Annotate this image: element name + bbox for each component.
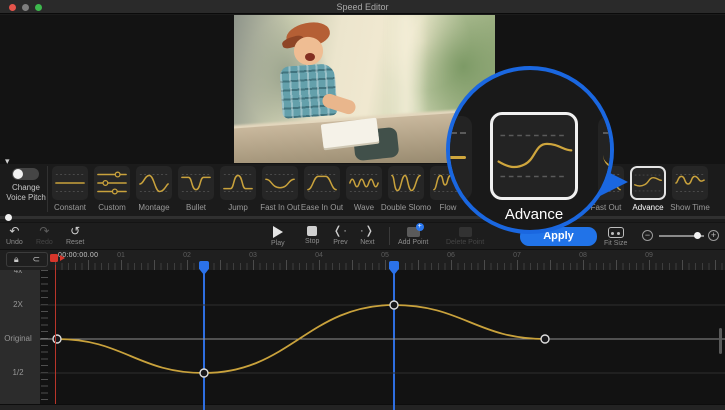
ruler-label: 05 [381,252,389,259]
ruler-label: 08 [579,252,587,259]
speed-axis-label: 1/2 [0,368,36,377]
voice-pitch-toggle[interactable] [12,168,39,180]
preset-thumbnail [304,166,340,200]
toggle-knob [13,169,23,179]
preset-thumbnail [388,166,424,200]
zoom-out-button[interactable]: − [642,230,653,241]
ruler-label: 09 [645,252,653,259]
child-shirt [279,63,337,119]
magnifier-circle: Advance [446,66,614,234]
ruler-label: 04 [315,252,323,259]
add-point-button[interactable]: +Add Point [398,225,428,246]
snap-icon[interactable]: ⊂ [33,255,41,264]
delete-point-icon [459,227,472,237]
preset-thumbnail [52,166,88,200]
add-point-icon: + [407,227,420,237]
curve-point[interactable] [390,301,398,309]
next-point-button[interactable]: ·❭Next [360,225,375,246]
divider [389,227,390,245]
prev-point-button[interactable]: ❬·Prev [333,225,348,246]
title-bar: Speed Editor [0,0,725,14]
play-button[interactable]: Play [271,225,285,247]
ruler-label: 03 [249,252,257,259]
zoom-in-button[interactable]: + [708,230,719,241]
magnified-neighbor-left [446,116,472,200]
preset-scrollbar[interactable] [0,216,725,219]
redo-button[interactable]: ↷Redo [36,225,53,246]
vertical-scrollbar-handle[interactable] [719,328,722,354]
preset-thumbnail [220,166,256,200]
playhead-handle[interactable] [50,254,58,262]
reset-button[interactable]: ↺Reset [66,225,84,246]
undo-button[interactable]: ↶Undo [6,225,23,246]
curve-point[interactable] [541,335,549,343]
ruler-label: 01 [117,252,125,259]
bottom-scrollbar[interactable] [0,404,725,410]
ruler-label: 02 [183,252,191,259]
stop-icon [307,226,317,236]
fit-size-icon [608,227,624,238]
zoom-slider-handle[interactable] [694,232,701,239]
speed-curve-svg [40,270,725,404]
stop-button[interactable]: Stop [305,225,319,245]
playhead-arrow-icon [60,255,65,261]
timeline-graph-section: 🔒︎ ⊂ 00:00:00.00 010203040506070809 4x2X… [0,250,725,410]
curve-point[interactable] [200,369,208,377]
preset-thumbnail [630,166,666,200]
preset-thumbnail [346,166,382,200]
magnifier-label: Advance [450,206,614,223]
voice-pitch-label: Change Voice Pitch [0,183,52,203]
lock-icon[interactable]: 🔒︎ [14,255,19,264]
fit-size-button[interactable]: Fit Size [604,225,627,247]
preset-thumbnail [94,166,130,200]
playhead-line [55,265,57,404]
prev-icon: ❬· [333,225,348,238]
preset-showtime[interactable]: Show Time [672,166,708,212]
preset-label: Show Time [660,203,720,212]
speed-axis-label: 2X [0,300,36,309]
video-preview-area [0,15,725,164]
speed-editor-window: Speed Editor ▾ Change Voice Pitch C [0,0,725,410]
undo-icon: ↶ [9,225,19,238]
collapse-caret-icon[interactable]: ▾ [5,156,10,167]
preset-thumbnail [672,166,708,200]
next-icon: ·❭ [360,225,375,238]
speed-axis-panel: 4x 2X Original 1/2 [0,270,40,404]
speed-axis-label: Original [0,334,36,343]
magnified-advance-thumbnail [490,112,578,200]
window-title: Speed Editor [0,2,725,12]
timeline-tools: 🔒︎ ⊂ [6,252,48,267]
preset-thumbnail [262,166,298,200]
preset-scrollbar-handle[interactable] [5,214,12,221]
preset-thumbnail [136,166,172,200]
preset-thumbnail [178,166,214,200]
speed-axis-label: 4x [0,270,36,275]
redo-icon: ↷ [39,225,49,238]
ruler-label: 07 [513,252,521,259]
delete-point-button[interactable]: Delete Point [446,225,484,246]
toolbar: ↶Undo ↷Redo ↺Reset Play Stop ❬·Prev ·❭Ne… [0,222,725,250]
play-icon [273,226,283,238]
ruler-label: 06 [447,252,455,259]
reset-icon: ↺ [70,225,80,238]
